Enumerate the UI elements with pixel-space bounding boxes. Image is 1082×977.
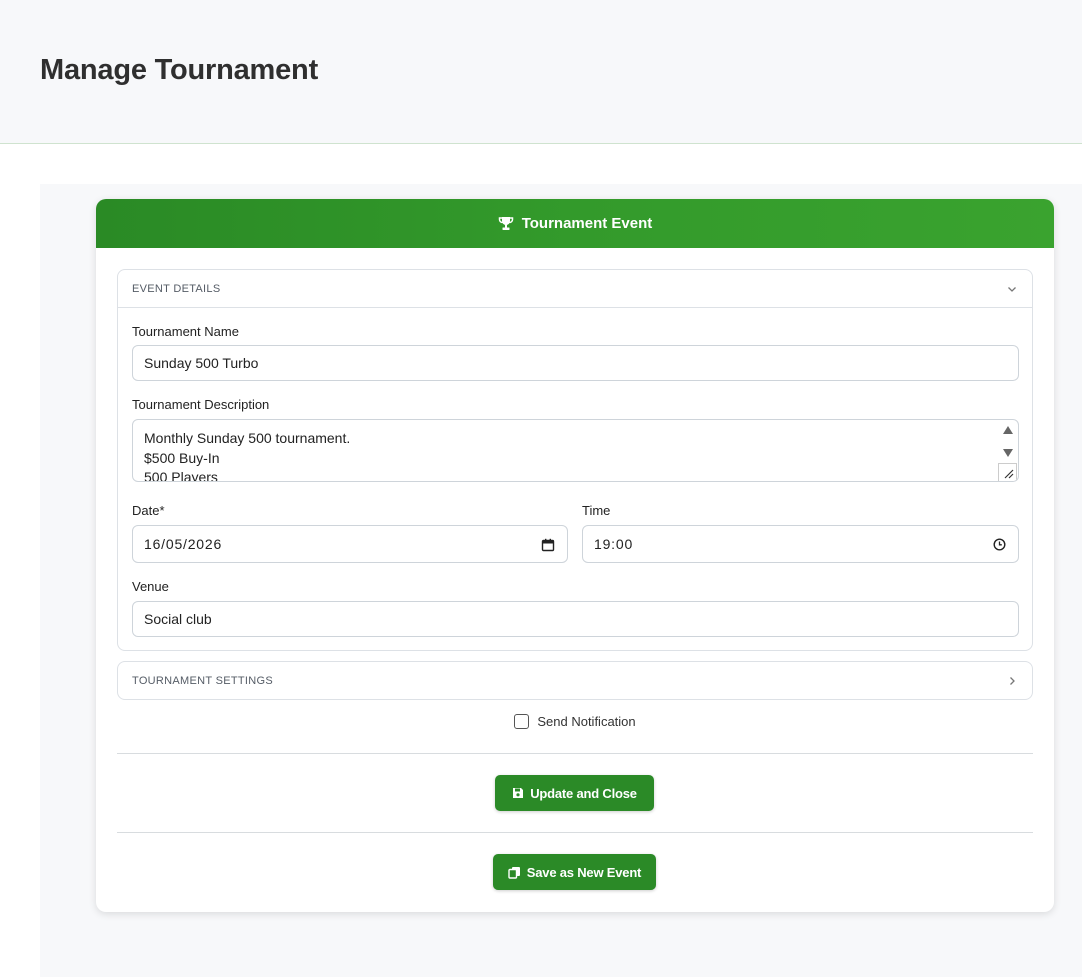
tournament-settings-heading: TOURNAMENT SETTINGS	[132, 675, 273, 687]
tournament-settings-section: TOURNAMENT SETTINGS	[117, 661, 1033, 700]
textarea-scrollbar[interactable]	[998, 420, 1018, 482]
chevron-right-icon	[1010, 677, 1015, 685]
resize-handle-icon[interactable]	[998, 463, 1017, 482]
venue-value: Social club	[144, 611, 212, 627]
venue-input[interactable]: Social club	[132, 601, 1019, 637]
card-header: Tournament Event	[96, 199, 1054, 248]
tournament-event-card: Tournament Event EVENT DETAILS Tournamen…	[96, 199, 1054, 912]
card-title: Tournament Event	[521, 215, 653, 232]
send-notification-row: Send Notification	[96, 714, 1054, 729]
date-value: 16/05/2026	[144, 536, 223, 552]
clock-icon[interactable]	[993, 538, 1006, 551]
update-and-close-label: Update and Close	[530, 785, 637, 801]
trophy-icon	[498, 217, 513, 230]
tournament-name-input[interactable]: Sunday 500 Turbo	[132, 345, 1019, 381]
save-as-new-event-button[interactable]: Save as New Event	[493, 854, 656, 890]
copy-icon	[508, 866, 520, 879]
tournament-description-label: Tournament Description	[132, 397, 270, 412]
event-details-heading: EVENT DETAILS	[132, 282, 221, 295]
time-value: 19:00	[594, 536, 634, 552]
scroll-up-icon[interactable]	[1002, 425, 1014, 435]
tournament-description-textarea[interactable]: Monthly Sunday 500 tournament. $500 Buy-…	[132, 419, 1019, 482]
tournament-name-label: Tournament Name	[132, 324, 239, 339]
scroll-down-icon[interactable]	[1002, 448, 1014, 458]
divider	[117, 753, 1033, 754]
page-header: Manage Tournament	[0, 0, 1082, 144]
save-icon	[513, 788, 524, 798]
send-notification-label[interactable]: Send Notification	[537, 714, 635, 729]
calendar-icon[interactable]	[541, 538, 555, 552]
tournament-description-value: Monthly Sunday 500 tournament. $500 Buy-…	[144, 430, 351, 482]
divider	[117, 832, 1033, 833]
event-details-section: EVENT DETAILS Tournament Name Sunday 500…	[117, 269, 1033, 651]
send-notification-checkbox[interactable]	[514, 714, 530, 729]
venue-label: Venue	[132, 579, 169, 594]
tournament-settings-toggle[interactable]: TOURNAMENT SETTINGS	[118, 662, 1032, 700]
update-and-close-button[interactable]: Update and Close	[495, 775, 654, 811]
date-label: Date*	[132, 503, 165, 518]
time-input[interactable]: 19:00	[582, 525, 1019, 563]
date-input[interactable]: 16/05/2026	[132, 525, 568, 563]
page-title: Manage Tournament	[40, 54, 319, 86]
time-label: Time	[582, 503, 611, 518]
save-as-new-event-label: Save as New Event	[526, 864, 642, 880]
chevron-down-icon	[1008, 286, 1016, 292]
event-details-toggle[interactable]: EVENT DETAILS	[118, 270, 1032, 308]
tournament-name-value: Sunday 500 Turbo	[144, 355, 259, 371]
